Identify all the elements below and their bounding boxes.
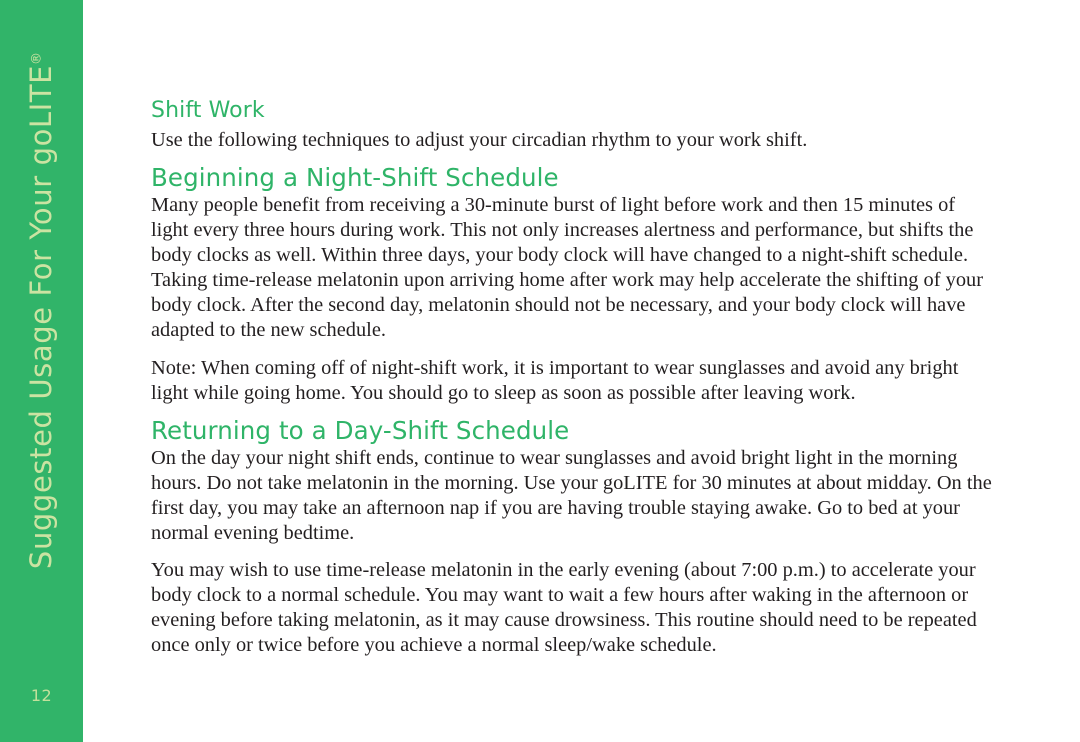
section-intro-paragraph: Use the following techniques to adjust y… [151,129,808,151]
section-heading-shift-work: Shift Work [151,98,265,123]
section-intro-block: Use the following techniques to adjust y… [151,128,996,153]
subsection-heading-block-day-shift: Returning to a Day-Shift Schedule [151,417,996,445]
subsection-body-block-day-shift: On the day your night shift ends, contin… [151,446,996,546]
page-number: 12 [30,686,53,705]
paragraph-night-shift-note: Note: When coming off of night-shift wor… [151,357,959,405]
subsection-note-block-night-shift: Note: When coming off of night-shift wor… [151,356,996,406]
document-page: Suggested Usage For Your goLITE® 12 Shif… [0,0,1080,742]
subsection-body-block-day-shift-2: You may wish to use time-release melaton… [151,558,999,658]
subsection-heading-beginning-night-shift: Beginning a Night-Shift Schedule [151,163,559,192]
paragraph-day-shift-1: On the day your night shift ends, contin… [151,447,992,545]
sidebar-section-title: Suggested Usage For Your goLITE® [24,51,58,569]
subsection-body-block-night-shift: Many people benefit from receiving a 30-… [151,193,996,344]
sidebar: Suggested Usage For Your goLITE® 12 [0,0,83,742]
paragraph-night-shift-1: Many people benefit from receiving a 30-… [151,194,984,342]
sidebar-section-title-text: Suggested Usage For Your goLITE [24,64,58,569]
paragraph-day-shift-2: You may wish to use time-release melaton… [151,559,977,657]
subsection-heading-returning-day-shift: Returning to a Day-Shift Schedule [151,416,570,445]
subsection-heading-block-night-shift: Beginning a Night-Shift Schedule [151,164,996,192]
registered-trademark-icon: ® [29,51,45,65]
main-content: Shift Work Use the following techniques … [151,0,996,742]
sidebar-title-container: Suggested Usage For Your goLITE® [0,0,83,620]
section-heading-block: Shift Work [151,98,996,124]
